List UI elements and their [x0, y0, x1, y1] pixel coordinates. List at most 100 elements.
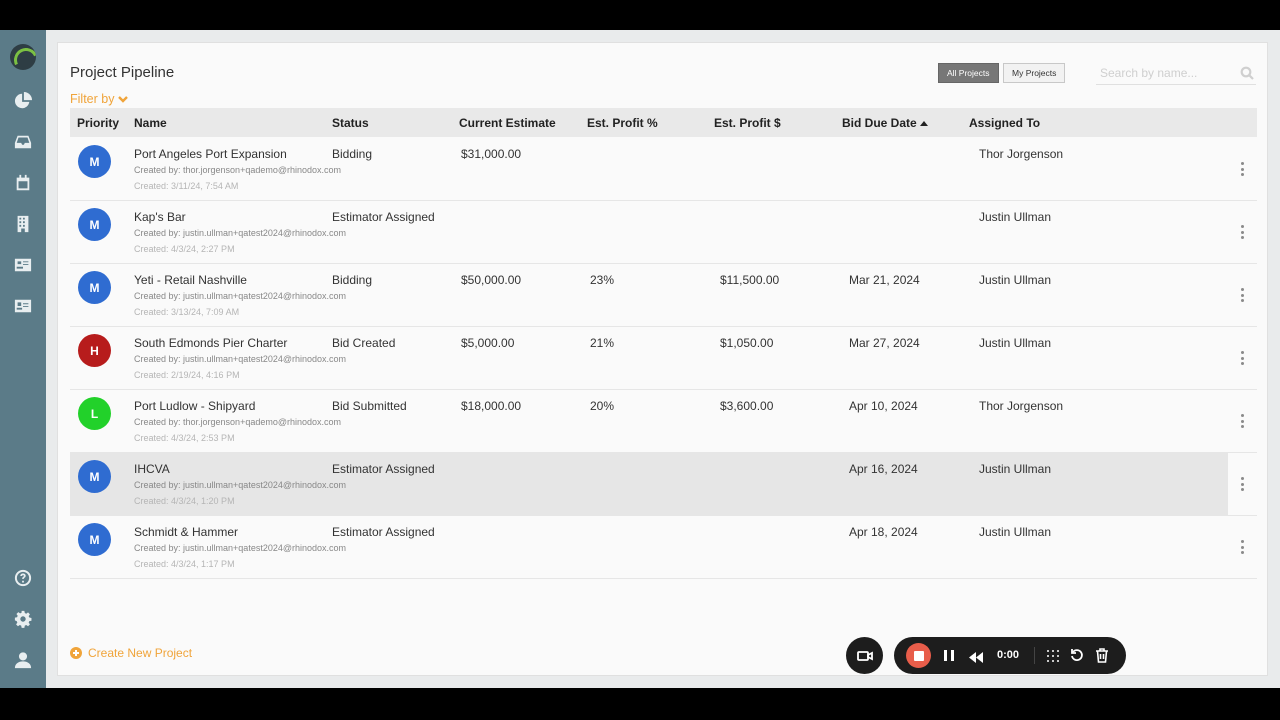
rewind-button[interactable] [969, 650, 983, 663]
stop-recording-button[interactable] [906, 643, 931, 668]
bid-due-date-cell: Mar 27, 2024 [849, 336, 920, 350]
est-profit-amt-cell: $1,050.00 [720, 336, 774, 350]
created-by-text: Created by: justin.ullman+qatest2024@rhi… [134, 480, 347, 490]
table-row[interactable]: M Schmidt & Hammer Created by: justin.ullm… [70, 516, 1257, 579]
created-date-text: Created: 2/19/24, 4:16 PM [134, 370, 240, 380]
calendar-icon[interactable] [13, 173, 33, 193]
status-cell: Estimator Assigned [332, 210, 435, 224]
search-input[interactable] [1096, 61, 1256, 85]
stop-icon [913, 650, 924, 661]
page-title: Project Pipeline [70, 64, 175, 81]
current-estimate-cell: $31,000.00 [461, 147, 522, 161]
project-name[interactable]: Kap's Bar [134, 210, 186, 224]
project-name[interactable]: Yeti - Retail Nashville [134, 273, 247, 287]
dashboard-pie-icon[interactable] [13, 91, 33, 111]
created-date-text: Created: 4/3/24, 1:20 PM [134, 496, 235, 506]
help-icon[interactable] [13, 568, 33, 588]
priority-avatar: M [78, 145, 111, 178]
grid-button[interactable] [1046, 649, 1060, 663]
status-cell: Bidding [332, 273, 373, 287]
create-new-project-button[interactable]: Create New Project [70, 646, 192, 660]
project-name[interactable]: Schmidt & Hammer [134, 525, 238, 539]
created-date-text: Created: 3/13/24, 7:09 AM [134, 307, 240, 317]
plus-circle-icon [70, 647, 82, 659]
current-estimate-cell: $50,000.00 [461, 273, 522, 287]
bid-due-date-cell: Apr 16, 2024 [849, 462, 918, 476]
row-more-options-icon[interactable] [1240, 351, 1244, 365]
column-est-profit-amt[interactable]: Est. Profit $ [714, 116, 781, 130]
search-icon[interactable] [1240, 66, 1254, 80]
status-cell: Bidding [332, 147, 373, 161]
trash-icon [1096, 648, 1108, 663]
created-by-text: Created by: justin.ullman+qatest2024@rhi… [134, 291, 347, 301]
est-profit-amt-cell: $3,600.00 [720, 399, 774, 413]
column-bid-due-date-label: Bid Due Date [842, 116, 917, 130]
sort-ascending-icon [919, 120, 928, 126]
column-status[interactable]: Status [332, 116, 369, 130]
est-profit-pct-cell: 23% [590, 273, 615, 287]
row-more-options-icon[interactable] [1240, 225, 1244, 239]
row-more-options-icon[interactable] [1240, 540, 1244, 554]
toolbar-divider [1034, 647, 1035, 664]
status-cell: Bid Created [332, 336, 396, 350]
created-by-text: Created by: justin.ullman+qatest2024@rhi… [134, 228, 347, 238]
rewind-icon [969, 652, 983, 663]
created-date-text: Created: 4/3/24, 2:27 PM [134, 244, 235, 254]
id-card-icon[interactable] [13, 296, 33, 316]
delete-recording-button[interactable] [1095, 648, 1109, 663]
restart-button[interactable] [1070, 648, 1084, 662]
column-current-estimate[interactable]: Current Estimate [459, 116, 556, 130]
est-profit-pct-cell: 21% [590, 336, 615, 350]
filter-by-dropdown[interactable]: Filter by [70, 92, 129, 106]
camera-button[interactable] [846, 637, 883, 674]
project-name[interactable]: IHCVA [134, 462, 170, 476]
table-row[interactable]: L Port Ludlow - Shipyard Created by: thor.… [70, 390, 1257, 453]
row-more-options-icon[interactable] [1240, 414, 1244, 428]
table-row[interactable]: M Kap's Bar Created by: justin.ullman+qate… [70, 201, 1257, 264]
pause-button[interactable] [944, 650, 954, 661]
assigned-to-cell: Thor Jorgenson [979, 147, 1064, 161]
recorder-toolbar: 0:00 [894, 637, 1126, 674]
assigned-to-cell: Justin Ullman [979, 336, 1052, 350]
row-more-options-icon[interactable] [1240, 288, 1244, 302]
create-new-project-label: Create New Project [88, 646, 193, 660]
row-more-options-icon[interactable] [1240, 477, 1244, 491]
recording-timer: 0:00 [997, 649, 1020, 661]
table-row[interactable]: H South Edmonds Pier Charter Created by: j… [70, 327, 1257, 390]
dots-grid-icon [1047, 650, 1059, 662]
column-bid-due-date[interactable]: Bid Due Date [842, 116, 928, 130]
est-profit-amt-cell: $11,500.00 [720, 273, 780, 287]
user-icon[interactable] [13, 650, 33, 670]
bid-due-date-cell: Mar 21, 2024 [849, 273, 920, 287]
logo-icon[interactable] [10, 44, 36, 70]
column-assigned-to[interactable]: Assigned To [969, 116, 1040, 130]
priority-avatar: M [78, 208, 111, 241]
filter-by-label: Filter by [70, 92, 115, 106]
column-priority[interactable]: Priority [77, 116, 119, 130]
assigned-to-cell: Justin Ullman [979, 210, 1052, 224]
created-by-text: Created by: thor.jorgenson+qademo@rhinod… [134, 417, 342, 427]
all-projects-toggle[interactable]: All Projects [938, 63, 999, 83]
contact-card-icon[interactable] [13, 255, 33, 275]
column-name[interactable]: Name [134, 116, 167, 130]
column-est-profit-pct[interactable]: Est. Profit % [587, 116, 658, 130]
project-name[interactable]: Port Ludlow - Shipyard [134, 399, 255, 413]
row-more-options-icon[interactable] [1240, 162, 1244, 176]
app-frame: Project Pipeline Filter by All Projects … [0, 30, 1280, 688]
video-camera-icon [856, 650, 873, 661]
assigned-to-cell: Justin Ullman [979, 462, 1052, 476]
table-row[interactable]: M IHCVA Created by: justin.ullman+qatest20… [70, 453, 1257, 516]
building-icon[interactable] [13, 214, 33, 234]
table-row[interactable]: M Yeti - Retail Nashville Created by: just… [70, 264, 1257, 327]
my-projects-toggle[interactable]: My Projects [1003, 63, 1066, 83]
project-name[interactable]: Port Angeles Port Expansion [134, 147, 287, 161]
settings-icon[interactable] [13, 609, 33, 629]
table-row[interactable]: M Port Angeles Port Expansion Created by: … [70, 138, 1257, 201]
project-name[interactable]: South Edmonds Pier Charter [134, 336, 287, 350]
created-date-text: Created: 3/11/24, 7:54 AM [134, 181, 239, 191]
inbox-icon[interactable] [13, 132, 33, 152]
assigned-to-cell: Thor Jorgenson [979, 399, 1064, 413]
priority-avatar: M [78, 523, 111, 556]
priority-avatar: L [78, 397, 111, 430]
created-date-text: Created: 4/3/24, 1:17 PM [134, 559, 235, 569]
